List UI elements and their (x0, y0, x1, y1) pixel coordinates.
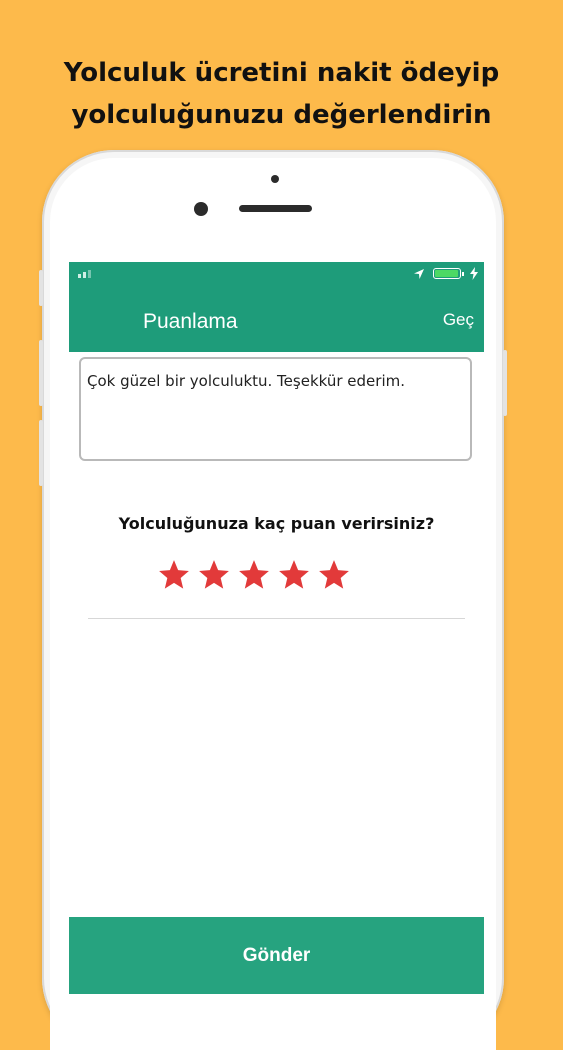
promo-headline: Yolculuk ücretini nakit ödeyip yolculuğu… (0, 52, 563, 136)
location-arrow-icon (414, 269, 424, 279)
submit-button[interactable]: Gönder (69, 917, 484, 994)
promo-headline-line1: Yolculuk ücretini nakit ödeyip (63, 58, 500, 88)
star-icon-5[interactable] (317, 558, 351, 592)
star-icon-3[interactable] (237, 558, 271, 592)
phone-volume-down-button (39, 420, 43, 486)
proximity-sensor (271, 175, 279, 183)
earpiece-speaker (239, 205, 312, 212)
phone-volume-up-button (39, 340, 43, 406)
app-bar: Puanlama Geç (69, 286, 484, 352)
page-title: Puanlama (143, 310, 238, 333)
signal-icon (78, 270, 91, 278)
rating-question: Yolculuğunuza kaç puan verirsiniz? (118, 514, 435, 533)
comment-input[interactable]: Çok güzel bir yolculuktu. Teşekkür ederi… (79, 357, 472, 461)
app-screen: Puanlama Geç Çok güzel bir yolculuktu. T… (69, 262, 484, 994)
phone-power-button (503, 350, 507, 416)
star-icon-4[interactable] (277, 558, 311, 592)
charging-bolt-icon (470, 267, 478, 280)
star-icon-2[interactable] (197, 558, 231, 592)
battery-icon (433, 268, 464, 279)
battery-level (435, 270, 458, 277)
skip-button[interactable]: Geç (443, 310, 474, 330)
promo-headline-line2: yolculuğunuzu değerlendirin (71, 100, 492, 130)
front-camera (194, 202, 208, 216)
phone-mute-switch (39, 270, 43, 306)
star-rating[interactable] (157, 558, 351, 592)
status-bar (69, 262, 484, 286)
divider (88, 618, 465, 619)
star-icon-1[interactable] (157, 558, 191, 592)
